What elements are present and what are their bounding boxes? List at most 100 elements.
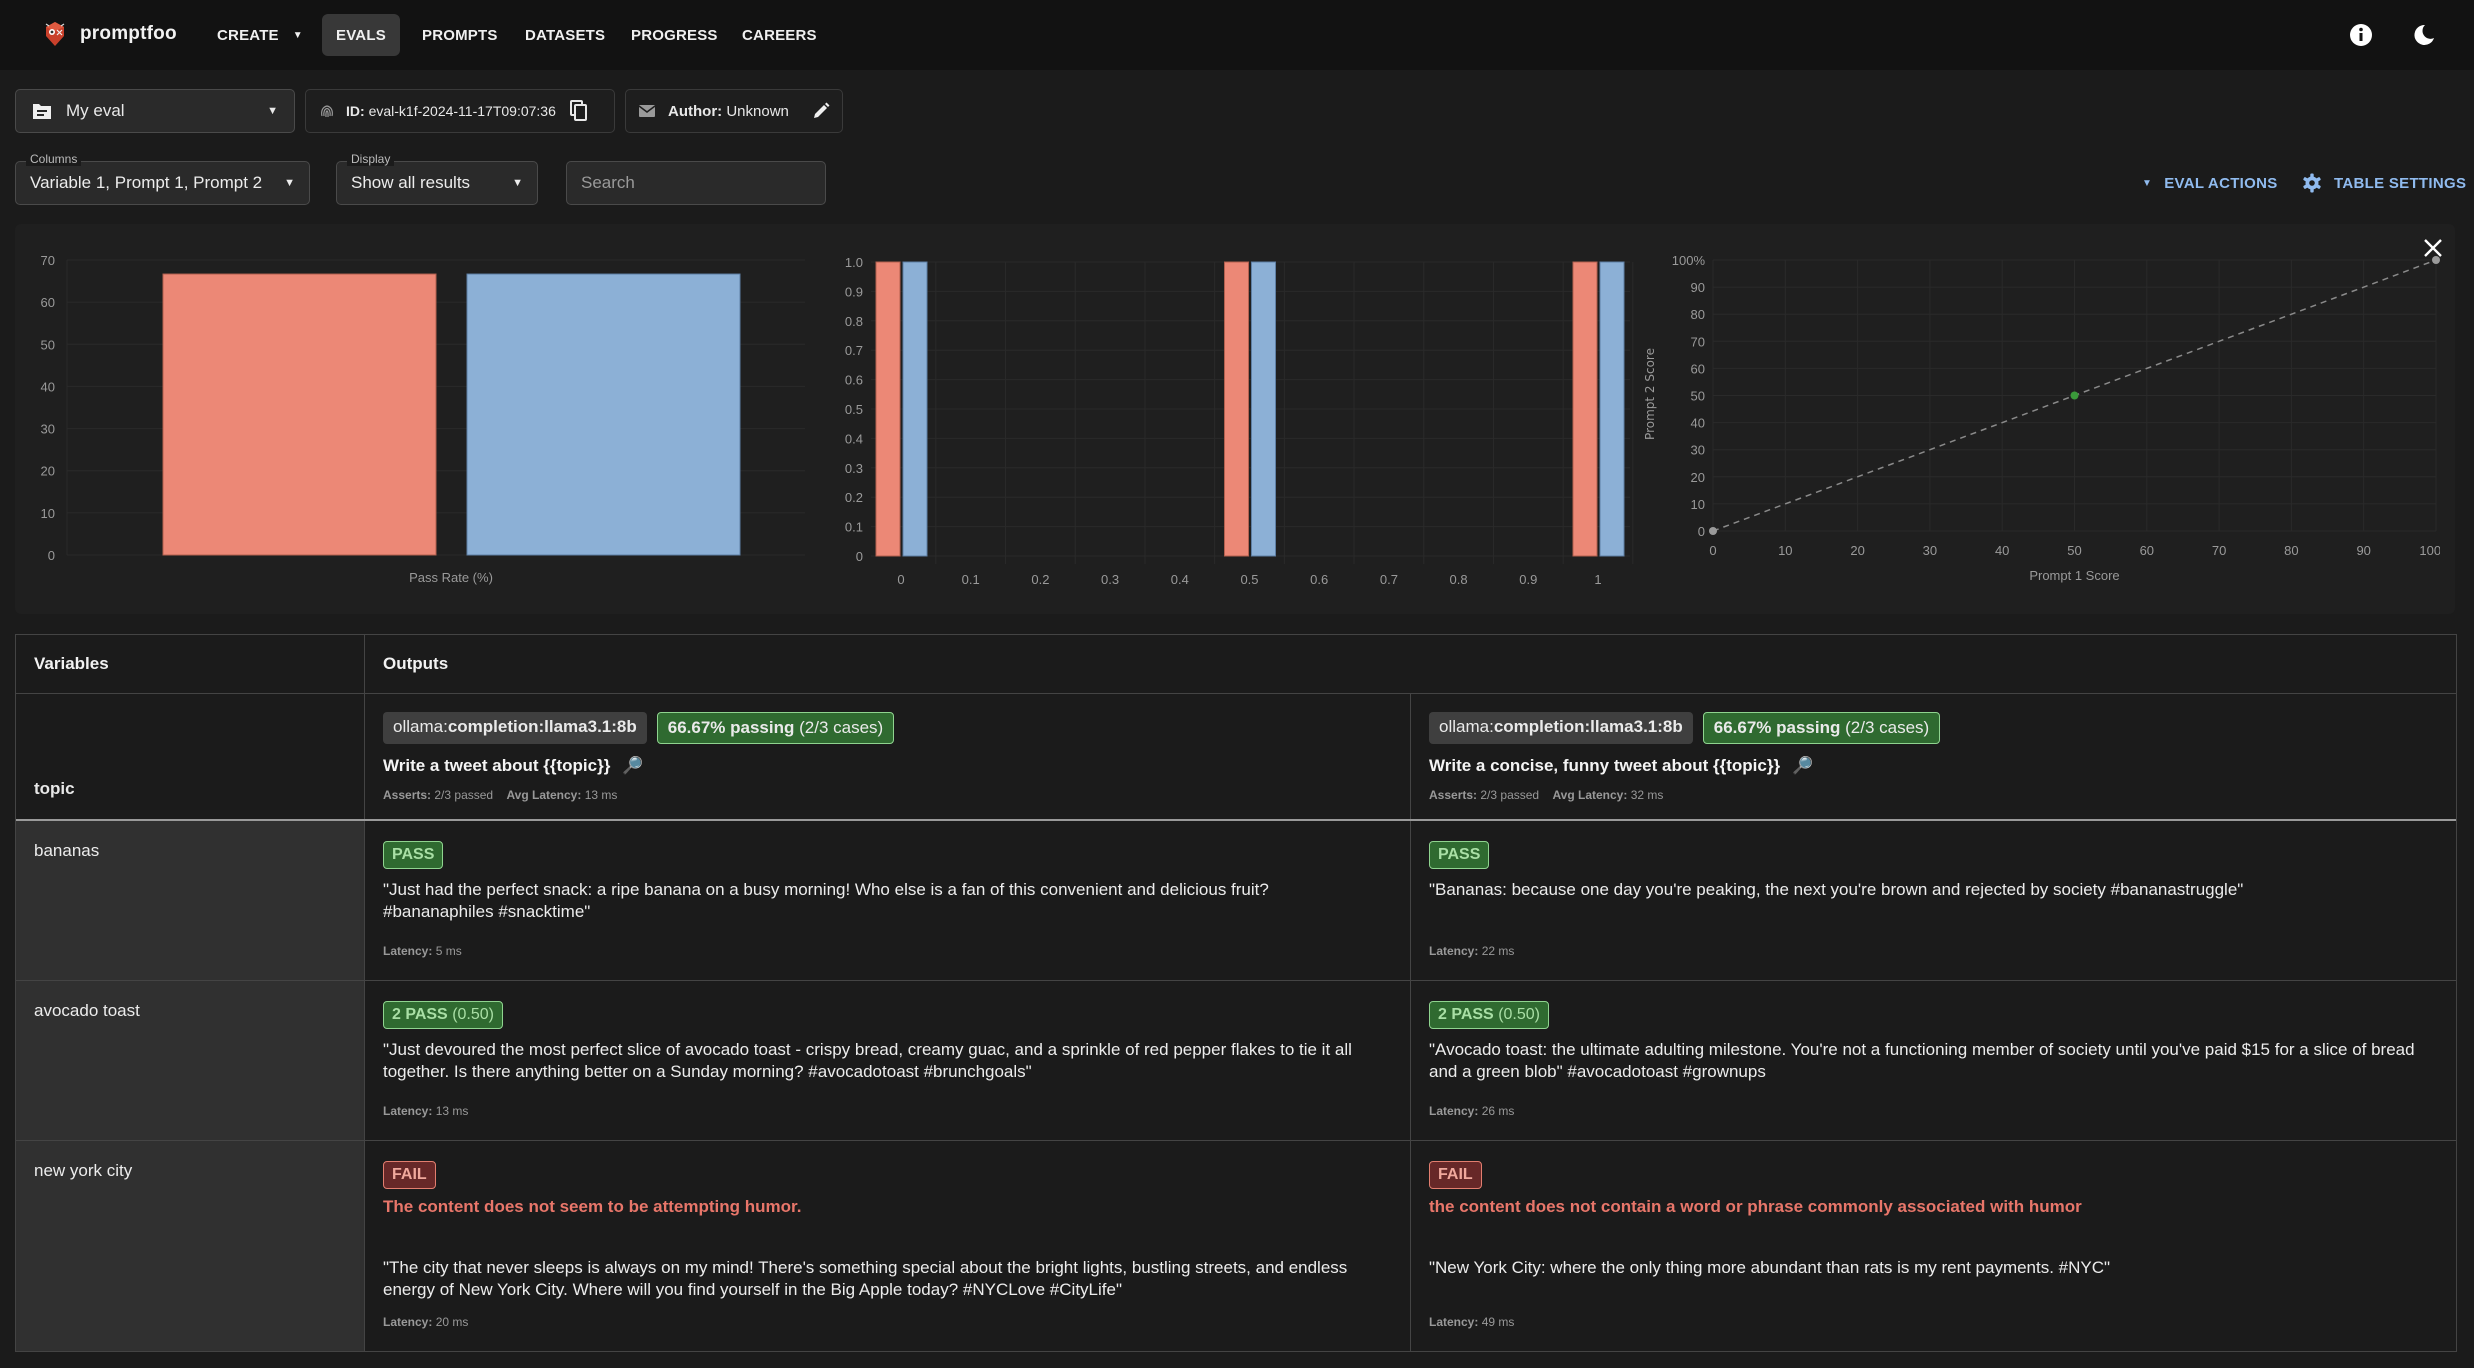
display-legend: Display <box>347 152 395 166</box>
caret-down-icon: ▼ <box>267 105 278 117</box>
x-tick-label: 10 <box>1778 543 1792 558</box>
nav-prompts[interactable]: PROMPTS <box>408 14 512 56</box>
info-icon[interactable] <box>2348 22 2374 48</box>
x-axis-label: Prompt 1 Score <box>2029 568 2119 583</box>
display-select[interactable]: Display Show all results ▼ <box>336 152 538 205</box>
columns-legend: Columns <box>26 152 82 166</box>
columns-select[interactable]: Columns Variable 1, Prompt 1, Prompt 2 ▼ <box>15 152 310 205</box>
y-tick-label: 0.8 <box>845 314 863 329</box>
x-tick-label: 80 <box>2284 543 2298 558</box>
variable-column-header[interactable]: topic <box>16 694 365 819</box>
fingerprint-icon <box>321 105 333 118</box>
eval-id-chip: ID: eval-k1f-2024-11-17T09:07:36 <box>305 89 615 133</box>
eval-actions-button[interactable]: ▼ EVAL ACTIONS <box>2142 170 2278 196</box>
fail-badge: FAIL <box>1429 1161 1482 1189</box>
latency: Latency: 49 ms <box>1429 1315 1515 1329</box>
output-cell[interactable]: 2 PASS (0.50) "Just devoured the most pe… <box>365 981 1411 1140</box>
brand-logo[interactable]: promptfoo <box>42 20 177 48</box>
top-nav: promptfoo CREATE ▼ EVALS PROMPTS DATASET… <box>0 0 2474 70</box>
nav-careers[interactable]: CAREERS <box>728 14 831 56</box>
output-cell[interactable]: PASS "Bananas: because one day you're pe… <box>1411 821 2456 980</box>
y-tick-label: 0.1 <box>845 520 863 535</box>
y-tick-label: 10 <box>41 506 55 521</box>
provider-badge: ollama:completion:llama3.1:8b <box>383 712 647 744</box>
bar-prompt-1-1 <box>1572 261 1598 557</box>
pass-badge: 2 PASS (0.50) <box>1429 1001 1549 1029</box>
output-cell[interactable]: 2 PASS (0.50) "Avocado toast: the ultima… <box>1411 981 2456 1140</box>
search-field[interactable] <box>566 161 826 205</box>
magnifier-icon[interactable]: 🔎 <box>622 756 643 776</box>
y-tick-label: 60 <box>1691 361 1705 376</box>
x-tick-label: 50 <box>2067 543 2081 558</box>
nav-datasets[interactable]: DATASETS <box>511 14 619 56</box>
fail-badge: FAIL <box>383 1161 436 1189</box>
y-tick-label: 0.4 <box>845 431 863 446</box>
author: Author: Unknown <box>668 102 789 120</box>
moon-icon[interactable] <box>2411 22 2437 48</box>
prompt-text: Write a tweet about {{topic}} <box>383 756 611 775</box>
y-tick-label: 0 <box>1698 524 1705 539</box>
x-tick-label: 60 <box>2140 543 2154 558</box>
y-tick-label: 30 <box>1691 443 1705 458</box>
nav-prompts-label: PROMPTS <box>422 26 498 44</box>
x-tick-label: 0 <box>897 572 904 587</box>
y-tick-label: 90 <box>1691 280 1705 295</box>
x-tick-label: 1 <box>1594 572 1601 587</box>
bar-prompt-2-0 <box>902 261 928 557</box>
nav-evals[interactable]: EVALS <box>322 14 400 56</box>
nav-careers-label: CAREERS <box>742 26 817 44</box>
eval-name: My eval <box>66 101 125 120</box>
caret-down-icon: ▼ <box>2142 177 2153 189</box>
edit-pencil-icon[interactable] <box>812 102 830 120</box>
y-tick-label: 40 <box>41 379 55 394</box>
nav-create-label: CREATE <box>217 26 279 44</box>
y-tick-label: 1.0 <box>845 255 863 270</box>
x-tick-label: 40 <box>1995 543 2009 558</box>
output-text: "Avocado toast: the ultimate adulting mi… <box>1429 1040 2415 1081</box>
copy-icon[interactable] <box>569 100 588 122</box>
y-tick-label: 0 <box>856 549 863 564</box>
nav-create[interactable]: CREATE ▼ <box>203 14 317 56</box>
search-input[interactable] <box>581 173 811 193</box>
output-text: "Just devoured the most perfect slice of… <box>383 1040 1352 1081</box>
output-cell[interactable]: PASS "Just had the perfect snack: a ripe… <box>365 821 1411 980</box>
output-cell[interactable]: FAIL the content does not contain a word… <box>1411 1141 2456 1351</box>
bar-prompt-2 <box>466 273 741 556</box>
y-tick-label: 70 <box>41 253 55 268</box>
fail-reason: the content does not contain a word or p… <box>1429 1197 2082 1216</box>
caret-down-icon: ▼ <box>512 177 523 189</box>
folder-icon <box>33 104 51 119</box>
variable-cell: bananas <box>16 821 365 980</box>
prompt-score-scatter-chart: 0 10 20 30 40 50 60 70 80 90 100% 0 10 20 30 40 50 60 70 80… <box>1643 253 2440 583</box>
table-header-row: Variables Outputs <box>16 635 2456 694</box>
pass-rate-bar-chart: 0 10 20 30 40 50 60 70 Pass Rate (%) <box>41 253 805 585</box>
y-tick-label: 40 <box>1691 416 1705 431</box>
eval-selector[interactable]: My eval ▼ <box>15 89 295 133</box>
magnifier-icon[interactable]: 🔎 <box>1792 756 1813 776</box>
pass-rate-badge: 66.67% passing (2/3 cases) <box>1702 712 1941 744</box>
prompt-meta: Asserts: 2/3 passed Avg Latency: 32 ms <box>1429 788 1664 802</box>
display-value: Show all results <box>351 173 471 192</box>
bar-prompt-1-0 <box>875 261 901 557</box>
author-chip: Author: Unknown <box>625 89 843 133</box>
y-tick-label: 50 <box>41 337 55 352</box>
bar-prompt-2-0.5 <box>1251 261 1276 557</box>
y-tick-label: 0.2 <box>845 490 863 505</box>
x-tick-label: 0.3 <box>1101 572 1119 587</box>
table-settings-label: TABLE SETTINGS <box>2334 174 2467 192</box>
output-cell[interactable]: FAIL The content does not seem to be att… <box>365 1141 1411 1351</box>
pass-badge: 2 PASS (0.50) <box>383 1001 503 1029</box>
latency: Latency: 20 ms <box>383 1315 469 1329</box>
gear-icon <box>2303 173 2321 193</box>
nav-progress[interactable]: PROGRESS <box>617 14 732 56</box>
y-tick-label: 70 <box>1691 334 1705 349</box>
x-tick-label: 0.7 <box>1380 572 1398 587</box>
y-tick-label: 80 <box>1691 307 1705 322</box>
close-icon <box>2424 239 2442 257</box>
y-tick-label: 0 <box>48 548 55 563</box>
table-settings-button[interactable]: TABLE SETTINGS <box>2302 170 2466 196</box>
results-table: Variables Outputs topic ollama:completio… <box>15 634 2457 1352</box>
columns-value: Variable 1, Prompt 1, Prompt 2 <box>30 173 263 192</box>
y-tick-label: 30 <box>41 422 55 437</box>
close-charts-button[interactable] <box>2418 233 2448 263</box>
